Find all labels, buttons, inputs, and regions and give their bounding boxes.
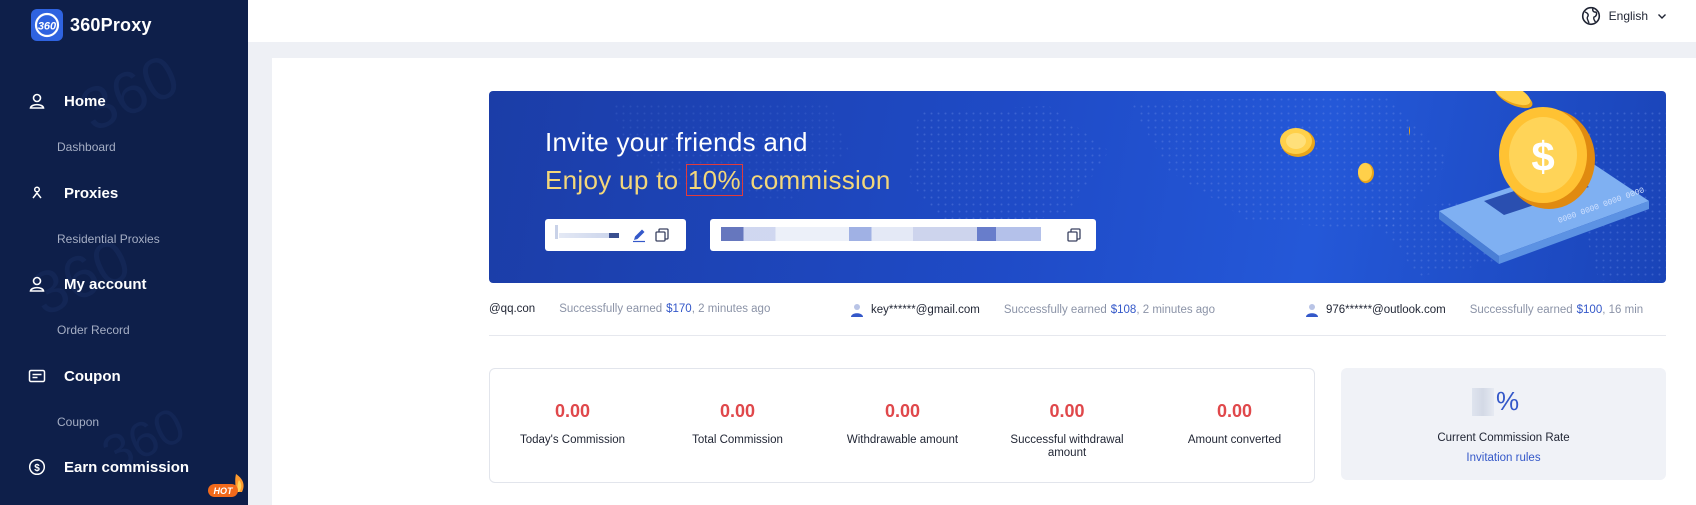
sidebar-item-proxies-label: Proxies: [64, 184, 119, 202]
banner-subheadline-prefix: Enjoy up to: [545, 165, 686, 195]
sidebar-item-earn-commission[interactable]: $ Earn commission: [28, 458, 189, 476]
sidebar-item-coupon[interactable]: Coupon: [28, 367, 121, 385]
globe-icon: [1581, 6, 1600, 26]
banner-subheadline-suffix: commission: [742, 165, 891, 195]
banner-headline: Invite your friends and: [545, 127, 808, 157]
ticker-email: @qq.con: [489, 303, 536, 315]
top-bar: English: [248, 0, 1696, 42]
ticker-amount: $170: [666, 303, 692, 315]
small-coin-icon: [1358, 163, 1374, 183]
referral-link-field[interactable]: [710, 219, 1096, 251]
stat-value: 0.00: [719, 401, 756, 421]
ticker-amount: $100: [1576, 304, 1603, 316]
sidebar-subitem-order-record[interactable]: Order Record: [57, 323, 130, 337]
sidebar-item-earn-commission-label: Earn commission: [64, 458, 190, 476]
referral-code-field[interactable]: [545, 219, 686, 251]
hot-badge-label: HOT: [214, 486, 235, 496]
invite-banner: Invite your friends and Enjoy up to 10% …: [489, 91, 1666, 283]
commission-rate-value: %: [1472, 386, 1519, 417]
commission-rate-label: Current Commission Rate: [1437, 432, 1570, 444]
earnings-ticker: @qq.con Successfully earned $170 , 2 min…: [489, 295, 1666, 325]
stat-label: Amount converted: [1187, 434, 1282, 446]
stat-label: Withdrawable amount: [846, 434, 959, 446]
chevron-down-icon: [1658, 14, 1666, 19]
stat-label: Total Commission: [692, 434, 783, 446]
ticker-item: @qq.con Successfully earned $170 , 2 min…: [489, 303, 770, 315]
ticker-time: , 2 minutes ago: [691, 303, 771, 315]
sidebar: 360 360 360 360 360Proxy Home Dashboard …: [0, 0, 248, 505]
avatar-icon: [1306, 304, 1318, 317]
redacted-link: [721, 227, 1041, 241]
sidebar-item-my-account[interactable]: My account: [28, 275, 147, 293]
stat-label: Today's Commission: [519, 434, 626, 446]
redacted-code: [609, 233, 619, 238]
commission-rate-card: % Current Commission Rate Invitation rul…: [1341, 368, 1666, 480]
dollar-icon: $: [28, 458, 46, 476]
ticker-desc: Successfully earned: [1003, 304, 1107, 316]
sidebar-item-coupon-label: Coupon: [64, 367, 121, 385]
brand-name: 360Proxy: [70, 14, 152, 35]
divider: [489, 335, 1666, 336]
sidebar-subitem-dashboard[interactable]: Dashboard: [57, 140, 116, 154]
ticker-time: , 16 min: [1602, 304, 1644, 316]
coupon-icon: [28, 369, 46, 383]
edit-icon[interactable]: [631, 227, 647, 243]
brand[interactable]: 360 360Proxy: [30, 8, 152, 42]
redacted-code: [559, 233, 609, 238]
banner-subheadline: Enjoy up to 10% commission: [545, 164, 891, 196]
commission-stats: 0.00 Today's Commission 0.00 Total Commi…: [489, 368, 1315, 483]
ticker-email: 976******@outlook.com: [1326, 304, 1446, 316]
coin-card-illustration-icon: 0000 0000 0000 0000 $: [1409, 91, 1649, 264]
stat-value: 0.00: [554, 401, 591, 421]
copy-icon[interactable]: [1066, 227, 1082, 243]
copy-icon[interactable]: [654, 227, 670, 243]
ticker-desc: Successfully earned: [1469, 304, 1573, 316]
sidebar-item-home-label: Home: [64, 92, 106, 110]
small-coin-icon: [1280, 128, 1315, 157]
svg-text:$: $: [34, 463, 40, 474]
invitation-rules-link[interactable]: Invitation rules: [1341, 452, 1666, 464]
avatar-icon: [851, 304, 863, 317]
sidebar-item-home[interactable]: Home: [28, 92, 106, 110]
ticker-item: key******@gmail.com Successfully earned …: [851, 303, 1215, 317]
redacted-code: [555, 225, 558, 239]
redacted-rate: [1472, 387, 1494, 416]
sidebar-item-my-account-label: My account: [64, 275, 147, 293]
stat-value: 0.00: [1216, 401, 1253, 421]
sidebar-subitem-coupon[interactable]: Coupon: [57, 415, 99, 429]
ticker-item: 976******@outlook.com Successfully earne…: [1306, 303, 1643, 317]
ticker-time: , 2 minutes ago: [1136, 304, 1215, 316]
rate-percent-sign: %: [1496, 386, 1520, 416]
brand-logo-text: 360: [38, 21, 57, 33]
sidebar-subitem-residential-proxies[interactable]: Residential Proxies: [57, 232, 160, 246]
hot-badge: HOT: [208, 474, 244, 497]
user-icon: [29, 93, 45, 109]
ticker-amount: $108: [1110, 304, 1137, 316]
proxy-icon: [32, 186, 42, 199]
banner-commission-highlight: 10%: [685, 164, 743, 196]
ticker-email: key******@gmail.com: [871, 304, 980, 316]
user-icon: [29, 276, 45, 292]
language-selector[interactable]: English: [1581, 6, 1668, 26]
sidebar-item-proxies[interactable]: Proxies: [28, 184, 118, 202]
stat-value: 0.00: [884, 401, 921, 421]
ticker-desc: Successfully earned: [559, 303, 663, 315]
stat-value: 0.00: [1049, 401, 1085, 421]
language-label: English: [1608, 9, 1648, 23]
sidebar-watermark: 360 360 360: [21, 41, 193, 482]
svg-text:$: $: [1531, 133, 1554, 180]
stat-label: Successful withdrawal amount: [1010, 434, 1124, 459]
brand-logo-icon: 360: [31, 9, 63, 41]
